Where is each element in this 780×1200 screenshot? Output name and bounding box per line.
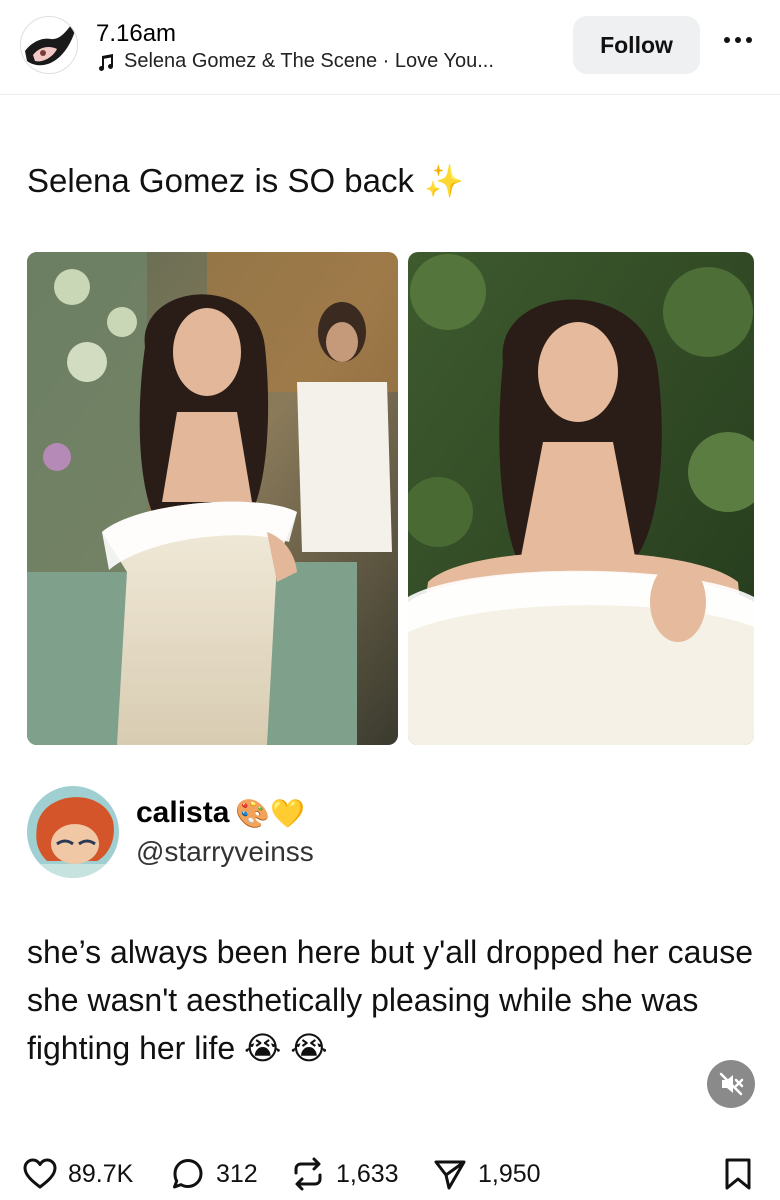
quoted-author-name-text: calista [136, 796, 230, 829]
mute-toggle-button[interactable] [707, 1060, 755, 1108]
action-bar: 89.7K 312 1,633 1,950 [0, 1150, 780, 1200]
audio-track[interactable]: Selena Gomez & The Scene · Love You... [96, 50, 494, 73]
comment-icon [173, 1159, 203, 1189]
heart-icon [23, 1158, 57, 1189]
music-note-icon [99, 53, 113, 71]
repost-icon [294, 1157, 322, 1191]
share-count: 1,950 [478, 1159, 541, 1188]
author-avatar[interactable] [20, 16, 78, 74]
post-image-left[interactable] [27, 252, 398, 745]
audio-track-label: Selena Gomez & The Scene · Love You... [124, 50, 494, 72]
save-button[interactable] [720, 1156, 756, 1192]
post-image-right[interactable] [408, 252, 754, 745]
quoted-author-name[interactable]: calista 🎨💛 [136, 796, 305, 830]
post-header: 7.16am Selena Gomez & The Scene · Love Y… [0, 0, 780, 95]
post-caption: Selena Gomez is SO back ✨ [27, 162, 464, 200]
quoted-text: she’s always been here but y'all dropped… [27, 928, 757, 1072]
like-count: 89.7K [68, 1159, 134, 1188]
comment-count: 312 [216, 1159, 258, 1188]
like-button[interactable]: 89.7K [22, 1156, 133, 1192]
speaker-muted-icon [719, 1072, 744, 1096]
caption-text: Selena Gomez is SO back [27, 162, 415, 199]
repost-button[interactable]: 1,633 [290, 1156, 399, 1192]
follow-button[interactable]: Follow [573, 16, 700, 74]
quoted-author-avatar[interactable] [27, 786, 119, 878]
post-time: 7.16am [96, 20, 177, 47]
bookmark-icon [725, 1158, 751, 1190]
comment-button[interactable]: 312 [170, 1156, 258, 1192]
send-icon [434, 1160, 466, 1190]
repost-count: 1,633 [336, 1159, 399, 1188]
share-button[interactable]: 1,950 [432, 1156, 541, 1192]
name-emojis: 🎨💛 [235, 797, 306, 829]
crying-emojis: 😭 😭 [244, 1030, 328, 1066]
quoted-author-handle[interactable]: @starryveinss [136, 836, 314, 868]
more-dots-icon[interactable] [724, 30, 760, 50]
quoted-text-body: she’s always been here but y'all dropped… [27, 934, 753, 1066]
sparkles-emoji: ✨ [424, 163, 464, 199]
